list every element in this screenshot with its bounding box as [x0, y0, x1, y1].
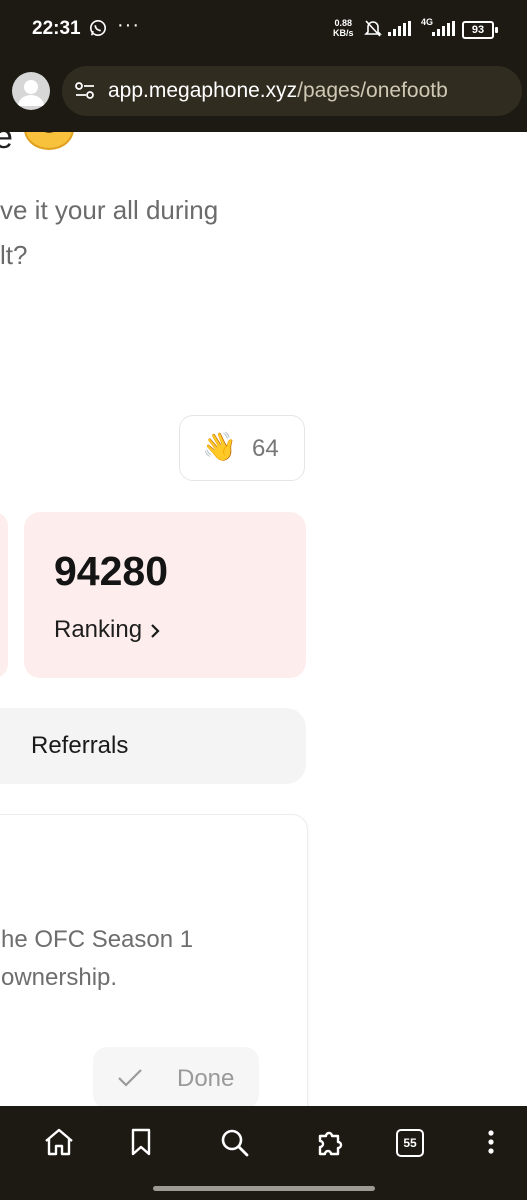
- avatar-icon: [18, 80, 44, 106]
- network-speed-value: 0.88: [334, 18, 353, 28]
- task-description: he OFC Season 1 ownership.: [1, 921, 301, 997]
- ranking-card[interactable]: 94280 Ranking: [24, 512, 306, 678]
- signal-icon: [388, 21, 411, 36]
- status-overflow-dots: ···: [117, 14, 140, 36]
- ranking-value: 94280: [54, 548, 169, 594]
- check-icon: [118, 1069, 142, 1087]
- extensions-button[interactable]: [310, 1122, 350, 1162]
- clap-icon: 👋: [202, 431, 237, 462]
- signal-icon-2: [432, 21, 455, 36]
- search-button[interactable]: [214, 1122, 254, 1162]
- home-icon: [45, 1128, 73, 1156]
- page-heading-fragment: e: [0, 132, 13, 156]
- task-card: he OFC Season 1 ownership. Done: [0, 814, 308, 1106]
- clap-count: 64: [252, 435, 279, 462]
- more-icon: [488, 1130, 494, 1154]
- smiley-emoji-icon: [24, 132, 74, 150]
- question-line-2: lt?: [0, 240, 28, 270]
- task-description-line-1: he OFC Season 1: [1, 926, 194, 953]
- clap-button[interactable]: 👋 64: [179, 415, 305, 481]
- tab-referrals[interactable]: Referrals: [0, 708, 306, 784]
- home-button[interactable]: [39, 1122, 79, 1162]
- more-menu-button[interactable]: [471, 1122, 511, 1162]
- bookmark-icon: [131, 1128, 151, 1156]
- tabs-button[interactable]: 55: [396, 1129, 424, 1157]
- url-field[interactable]: app.megaphone.xyz/pages/onefootb: [62, 66, 522, 116]
- battery-icon: 93: [462, 21, 498, 39]
- bell-off-icon: [364, 20, 382, 37]
- tune-icon[interactable]: [74, 80, 96, 102]
- whatsapp-icon: [89, 19, 107, 37]
- browser-address-bar: app.megaphone.xyz/pages/onefootb: [0, 58, 527, 132]
- ranking-label: Ranking: [54, 616, 143, 643]
- done-label: Done: [177, 1065, 235, 1092]
- avatar[interactable]: [12, 72, 50, 110]
- url-domain: app.megaphone.xyz: [108, 79, 298, 102]
- task-description-line-2: ownership.: [1, 964, 118, 991]
- network-speed-unit: KB/s: [333, 28, 354, 38]
- stat-card-partial[interactable]: [0, 512, 8, 678]
- bookmark-button[interactable]: [121, 1122, 161, 1162]
- extension-icon: [318, 1131, 343, 1156]
- gesture-navigation-bar[interactable]: [153, 1186, 375, 1191]
- ranking-link[interactable]: Ranking: [54, 616, 162, 644]
- url-path: /pages/onefootb: [297, 79, 448, 102]
- status-bar: 22:31 ··· 0.88 KB/s 4G 93: [0, 0, 527, 58]
- url-text: app.megaphone.xyz/pages/onefootb: [108, 79, 448, 103]
- network-speed: 0.88 KB/s: [333, 18, 354, 38]
- referrals-label: Referrals: [31, 732, 129, 759]
- question-text: ve it your all during lt?: [0, 188, 300, 278]
- chevron-right-icon: [151, 624, 160, 638]
- search-icon: [221, 1129, 249, 1157]
- question-line-1: ve it your all during: [0, 195, 219, 225]
- done-button[interactable]: Done: [93, 1047, 259, 1106]
- web-page-content: e ve it your all during lt? 👋 64 94280 R…: [0, 132, 527, 1106]
- status-time: 22:31: [32, 18, 81, 39]
